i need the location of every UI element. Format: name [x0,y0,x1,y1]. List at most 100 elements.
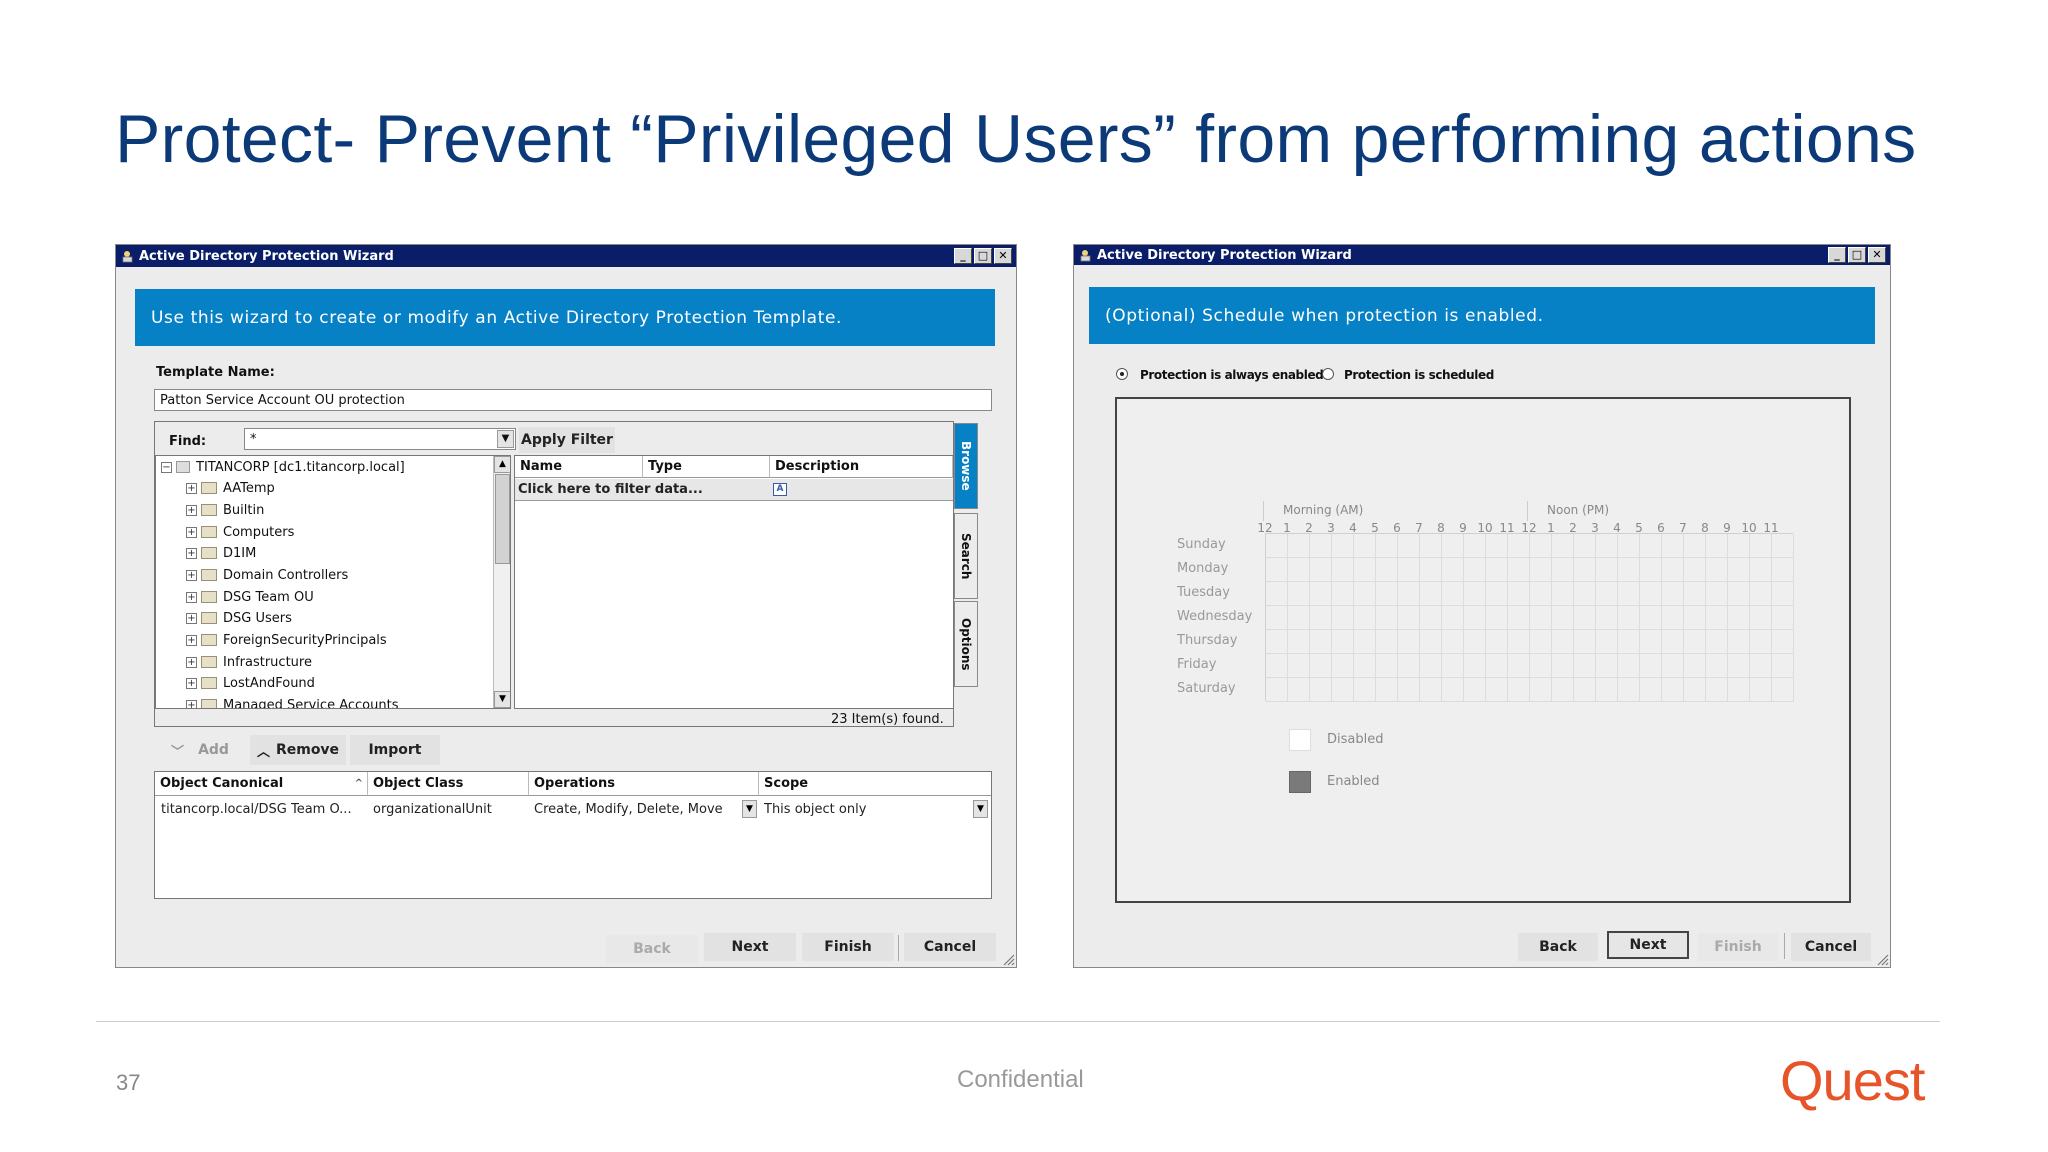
schedule-cell[interactable] [1332,606,1354,630]
schedule-cell[interactable] [1552,654,1574,678]
schedule-cell[interactable] [1596,534,1618,558]
tree-item[interactable]: + Domain Controllers [186,566,348,584]
schedule-cell[interactable] [1354,582,1376,606]
schedule-cell[interactable] [1728,630,1750,654]
filter-row[interactable]: Click here to filter data... A [515,479,953,501]
minimize-button[interactable]: _ [954,248,972,264]
schedule-cell[interactable] [1640,654,1662,678]
close-button[interactable]: ✕ [994,248,1012,264]
column-header-scope[interactable]: Scope [759,772,991,796]
schedule-cell[interactable] [1772,630,1794,654]
schedule-cell[interactable] [1486,654,1508,678]
radio-scheduled-label[interactable]: Protection is scheduled [1344,368,1494,382]
schedule-cell[interactable] [1530,678,1552,702]
tree-item[interactable]: + ForeignSecurityPrincipals [186,631,387,649]
schedule-cell[interactable] [1530,582,1552,606]
schedule-cell[interactable] [1508,534,1530,558]
schedule-cell[interactable] [1640,534,1662,558]
schedule-cell[interactable] [1310,654,1332,678]
next-button[interactable]: Next [704,933,796,961]
expand-icon[interactable]: + [186,526,197,538]
schedule-cell[interactable] [1530,606,1552,630]
schedule-cell[interactable] [1640,582,1662,606]
schedule-cell[interactable] [1706,534,1728,558]
schedule-cell[interactable] [1706,654,1728,678]
schedule-cell[interactable] [1310,558,1332,582]
schedule-cell[interactable] [1420,534,1442,558]
schedule-cell[interactable] [1310,630,1332,654]
expand-icon[interactable]: + [186,656,197,668]
schedule-cell[interactable] [1266,534,1288,558]
schedule-cell[interactable] [1464,558,1486,582]
schedule-cell[interactable] [1772,606,1794,630]
schedule-cell[interactable] [1728,654,1750,678]
schedule-cell[interactable] [1486,534,1508,558]
maximize-button[interactable]: □ [1848,247,1866,263]
schedule-cell[interactable] [1530,534,1552,558]
schedule-cell[interactable] [1288,582,1310,606]
schedule-cell[interactable] [1552,606,1574,630]
schedule-cell[interactable] [1684,630,1706,654]
schedule-cell[interactable] [1442,558,1464,582]
schedule-cell[interactable] [1464,678,1486,702]
expand-icon[interactable]: + [186,482,197,494]
schedule-cell[interactable] [1420,558,1442,582]
cell-operations[interactable]: Create, Modify, Delete, Move [534,802,723,817]
schedule-cell[interactable] [1530,654,1552,678]
schedule-cell[interactable] [1772,654,1794,678]
schedule-cell[interactable] [1288,630,1310,654]
find-input[interactable]: * ▼ [244,428,516,450]
radio-always-enabled[interactable] [1116,368,1128,380]
schedule-cell[interactable] [1662,606,1684,630]
schedule-cell[interactable] [1772,582,1794,606]
tree-item[interactable]: + Managed Service Accounts [186,696,398,708]
schedule-cell[interactable] [1310,678,1332,702]
import-button[interactable]: Import [350,735,440,765]
schedule-cell[interactable] [1464,534,1486,558]
schedule-cell[interactable] [1750,606,1772,630]
schedule-cell[interactable] [1376,630,1398,654]
schedule-cell[interactable] [1618,606,1640,630]
schedule-cell[interactable] [1618,678,1640,702]
tree-item[interactable]: + Computers [186,523,294,541]
schedule-cell[interactable] [1640,558,1662,582]
schedule-cell[interactable] [1332,558,1354,582]
schedule-cell[interactable] [1486,630,1508,654]
schedule-cell[interactable] [1486,558,1508,582]
schedule-grid[interactable] [1265,533,1794,702]
back-button[interactable]: Back [606,935,698,963]
schedule-cell[interactable] [1640,630,1662,654]
schedule-cell[interactable] [1398,654,1420,678]
schedule-cell[interactable] [1574,654,1596,678]
schedule-cell[interactable] [1464,606,1486,630]
maximize-button[interactable]: □ [974,248,992,264]
resize-grip-icon[interactable] [1001,952,1015,966]
schedule-cell[interactable] [1530,558,1552,582]
filter-icon[interactable]: A [773,483,787,496]
scroll-up-icon[interactable]: ▲ [494,456,510,473]
schedule-cell[interactable] [1464,582,1486,606]
tab-browse[interactable]: Browse [954,423,978,509]
expand-icon[interactable]: + [186,677,197,689]
schedule-cell[interactable] [1750,630,1772,654]
expand-icon[interactable]: + [186,634,197,646]
schedule-cell[interactable] [1684,678,1706,702]
schedule-cell[interactable] [1354,678,1376,702]
schedule-cell[interactable] [1706,582,1728,606]
schedule-cell[interactable] [1596,678,1618,702]
apply-filter-button[interactable]: Apply Filter [519,427,615,453]
schedule-cell[interactable] [1728,534,1750,558]
schedule-cell[interactable] [1332,630,1354,654]
tree-item[interactable]: + DSG Users [186,609,292,627]
schedule-cell[interactable] [1376,606,1398,630]
schedule-cell[interactable] [1750,534,1772,558]
schedule-cell[interactable] [1662,630,1684,654]
schedule-cell[interactable] [1288,606,1310,630]
schedule-cell[interactable] [1420,630,1442,654]
schedule-cell[interactable] [1464,654,1486,678]
schedule-cell[interactable] [1398,582,1420,606]
scroll-down-icon[interactable]: ▼ [494,691,510,708]
schedule-cell[interactable] [1772,678,1794,702]
column-header-operations[interactable]: Operations [529,772,759,796]
right-window-titlebar[interactable]: Active Directory Protection Wizard _ □ ✕ [1074,245,1890,265]
